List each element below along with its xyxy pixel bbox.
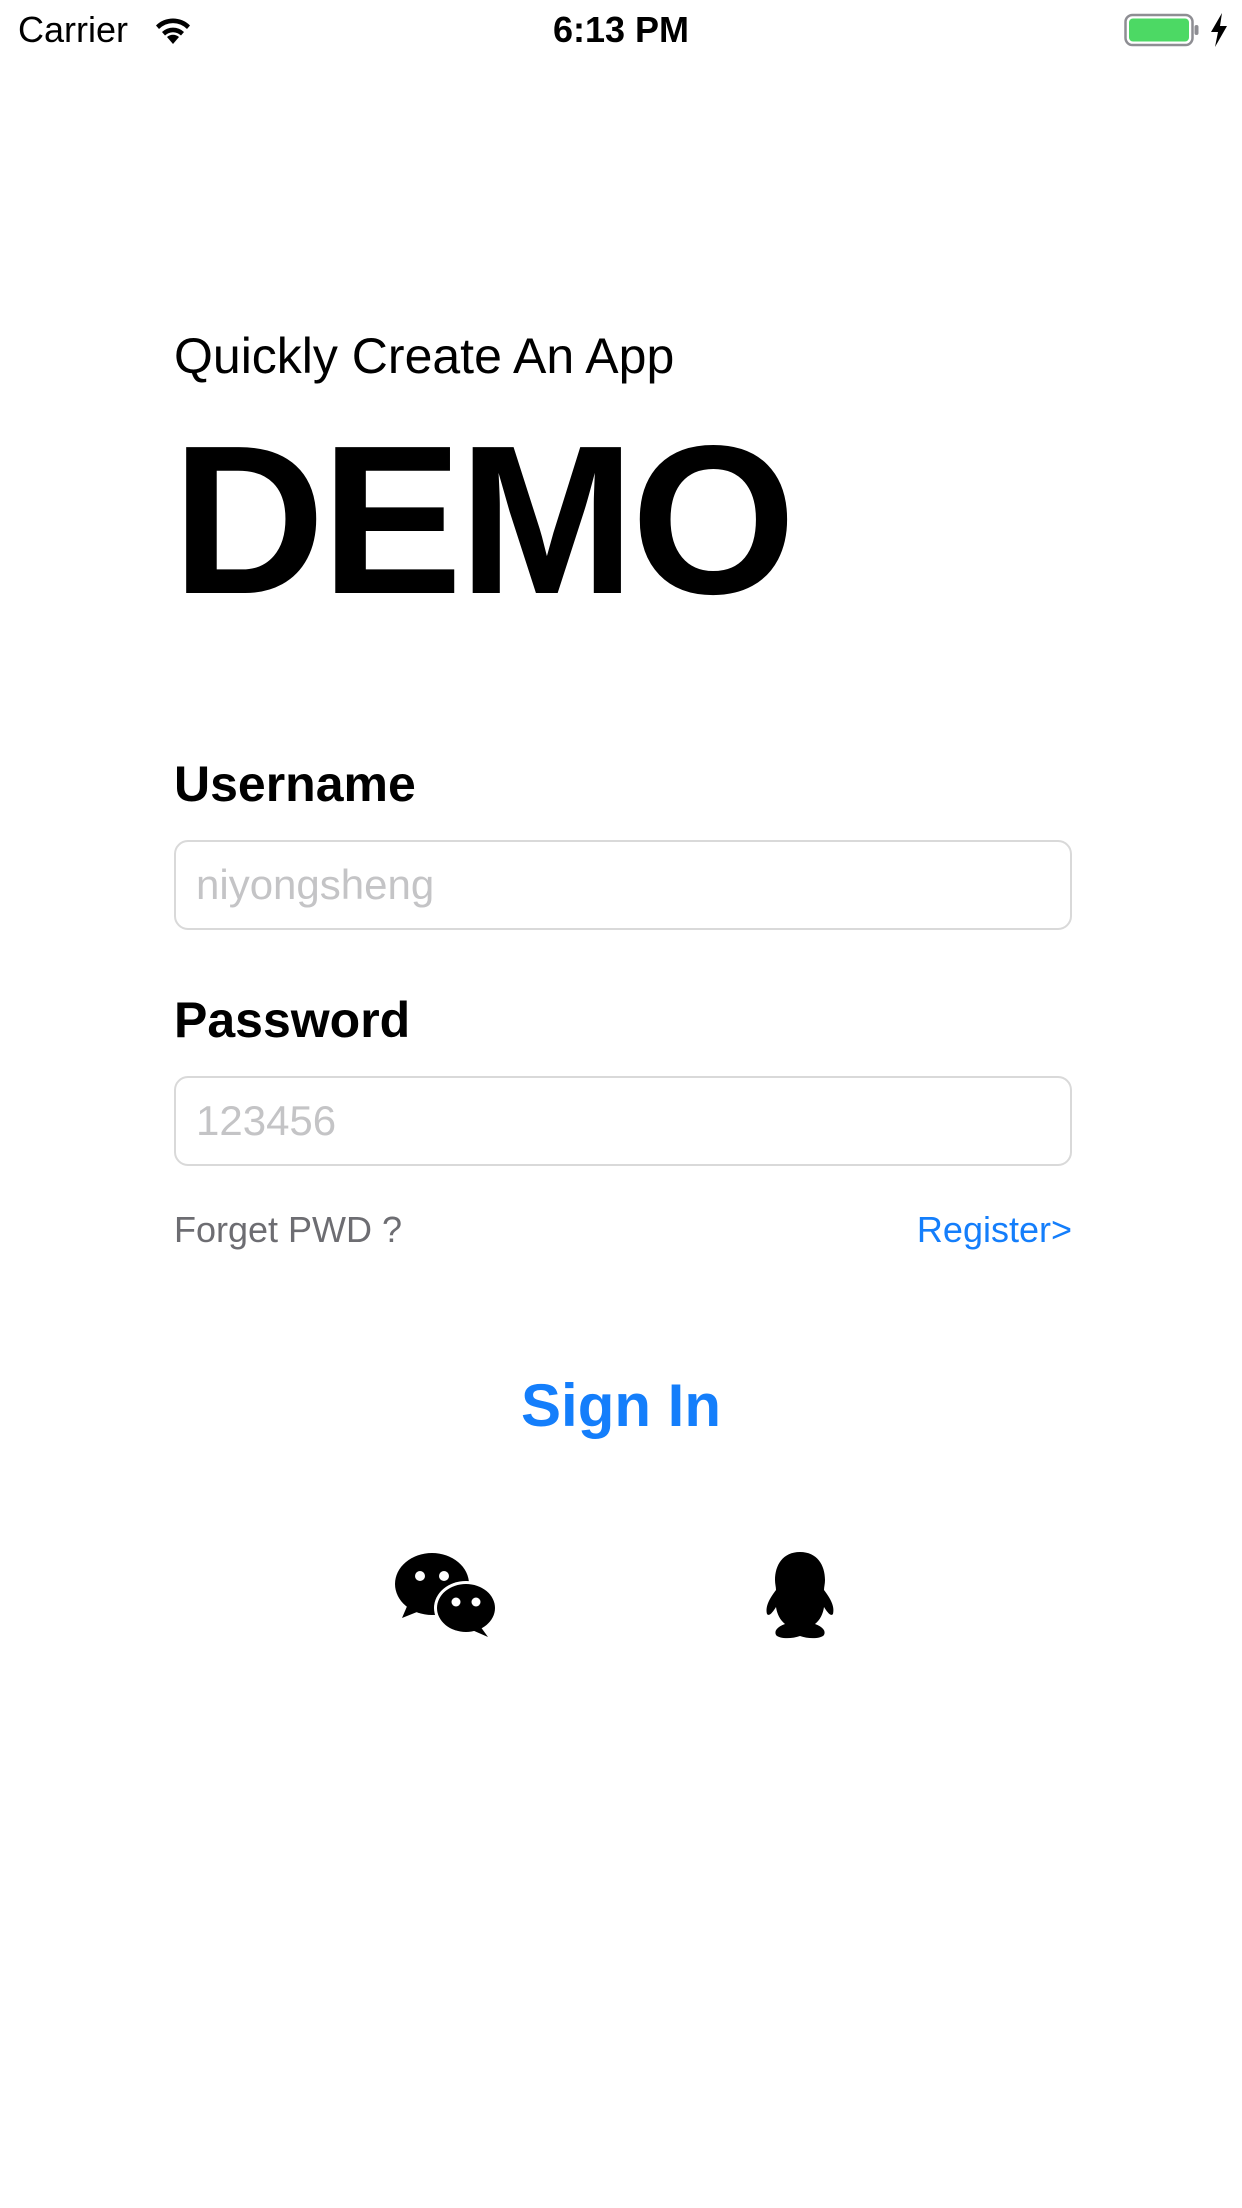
qq-icon [760, 1550, 840, 1642]
username-input[interactable] [174, 840, 1072, 930]
status-time: 6:13 PM [552, 9, 690, 50]
register-link[interactable]: Register> [917, 1206, 1072, 1254]
login-screen: Carrier 6:13 PM Quickly Create An App DE… [0, 0, 1242, 2208]
status-bar: Carrier 6:13 PM [0, 0, 1242, 60]
app-title: DEMO [172, 401, 796, 638]
wechat-login-button[interactable] [394, 1550, 498, 1638]
forget-password-link[interactable]: Forget PWD ? [174, 1206, 402, 1254]
username-label: Username [174, 756, 416, 812]
password-input[interactable] [174, 1076, 1072, 1166]
qq-login-button[interactable] [760, 1550, 840, 1642]
sign-in-button[interactable]: Sign In [421, 1360, 821, 1450]
app-subtitle: Quickly Create An App [174, 328, 675, 384]
battery-icon [1124, 12, 1200, 48]
password-label: Password [174, 992, 411, 1048]
wechat-icon [394, 1550, 498, 1638]
charging-icon [1208, 12, 1230, 48]
